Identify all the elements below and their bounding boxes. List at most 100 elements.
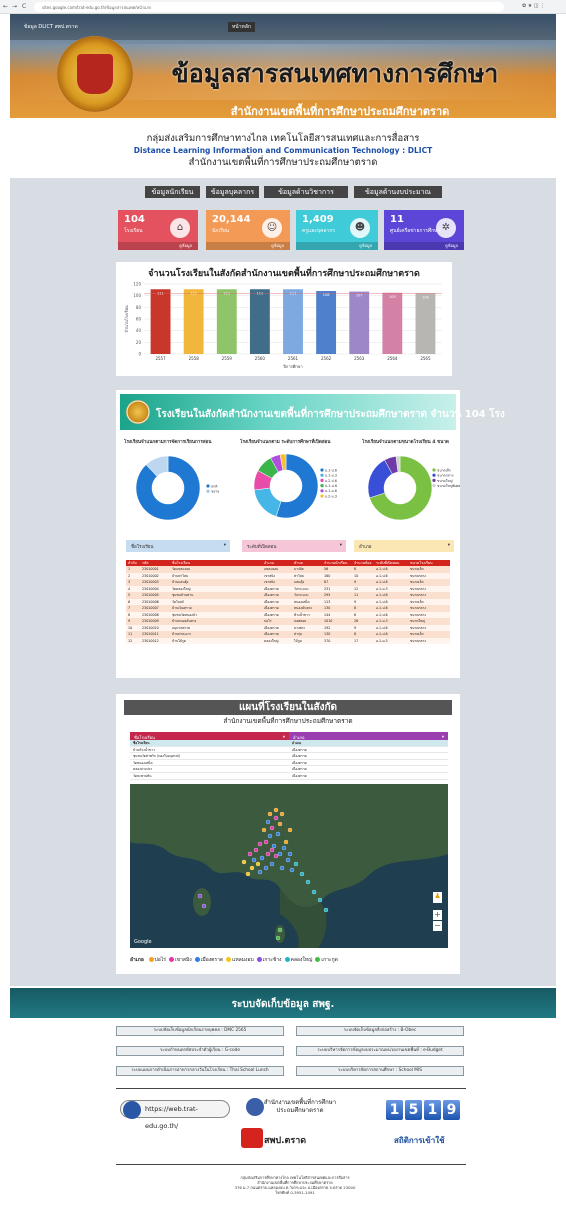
- chevron-down-icon: ▾: [447, 543, 450, 548]
- school-marker: [267, 811, 273, 817]
- footer-title: ระบบจัดเก็บข้อมูล สพฐ.: [231, 999, 335, 1010]
- school-marker: [293, 861, 299, 867]
- school-marker: [283, 839, 289, 845]
- stat-label: โรงเรียน: [124, 228, 143, 234]
- website-url: https://web.trat-edu.go.th/: [145, 1105, 198, 1130]
- school-marker: [275, 831, 281, 837]
- table-cell: อ.1-ม.3: [376, 638, 388, 643]
- youtube-link[interactable]: สพป.ตราด: [264, 1133, 306, 1147]
- school-marker: [259, 855, 265, 861]
- school-marker: [267, 833, 273, 839]
- bar: [216, 289, 237, 354]
- legend-title: อำเภอ: [130, 957, 146, 963]
- x-tick-label: 2560: [255, 356, 266, 361]
- map-filter-district[interactable]: อำเภอ ▾: [289, 732, 448, 740]
- pegman-icon[interactable]: ♟: [433, 892, 442, 903]
- school-marker: [201, 903, 207, 909]
- island: [275, 925, 285, 943]
- filter-level[interactable]: ระดับที่เปิดสอน ▾: [242, 540, 346, 552]
- home-tab[interactable]: หน้าหลัก: [228, 22, 255, 32]
- bar-value-label: 108: [323, 293, 330, 297]
- menu-budget-button[interactable]: ข้อมูลด้านงบประมาณ: [354, 186, 442, 198]
- donut-1-legend-swatch: [206, 489, 210, 493]
- bar-value-label: 104: [422, 295, 429, 299]
- map-table-row[interactable]: วัดสะพานหิน เมืองตราด: [130, 773, 448, 780]
- map-table-row[interactable]: บ้านห้วงน้ำขาว เมืองตราด: [130, 747, 448, 754]
- link-g-code[interactable]: ระบบกำหนดรหัสประจำตัวผู้เรียน : G-code: [116, 1046, 284, 1056]
- map-table-row[interactable]: วัดหนองเสม็ด เมืองตราด: [130, 760, 448, 767]
- website-link[interactable]: https://web.trat-edu.go.th/: [120, 1100, 230, 1130]
- donut-3-legend-swatch: [432, 478, 436, 482]
- x-tick-label: 2562: [321, 356, 332, 361]
- x-tick-label: 2561: [288, 356, 299, 361]
- legend-swatch: [315, 957, 321, 962]
- youtube-icon[interactable]: [241, 1128, 263, 1148]
- filter-district[interactable]: อำเภอ ▾: [354, 540, 454, 552]
- reload-icon[interactable]: C: [22, 3, 26, 10]
- link-dmc[interactable]: ระบบจัดเก็บข้อมูลนักเรียนรายบุคคล : DMC …: [116, 1026, 284, 1036]
- stat-card-teachers[interactable]: 1,409 ครูและบุคลากร ☻ ดูข้อมูล: [296, 210, 378, 250]
- filter-label: ระดับที่เปิดสอน: [247, 545, 277, 550]
- menu-personnel-button[interactable]: ข้อมูลบุคลากร: [206, 186, 259, 198]
- map-table-row[interactable]: ชุมชนวัดท่าพริก (ทองใบอนุสรณ์) เมืองตราด: [130, 753, 448, 760]
- stat-more-link[interactable]: ดูข้อมูล: [296, 242, 378, 250]
- island: [193, 888, 211, 916]
- link-b-obec[interactable]: ระบบจัดเก็บข้อมูลสิ่งก่อสร้าง : B-Obec: [296, 1026, 464, 1036]
- stat-value: 11: [390, 214, 404, 225]
- extensions-icon[interactable]: ✿ ★ ◫ ⋮: [522, 3, 545, 9]
- stat-card-students[interactable]: 20,144 นักเรียน ☺ ดูข้อมูล: [206, 210, 290, 250]
- table-cell: บ้านห้วงน้ำขาว: [133, 747, 155, 752]
- table-cell: วัดสะพานหิน: [133, 773, 152, 778]
- table-cell: คลองใหญ่: [264, 638, 279, 643]
- visitor-counter: 1 5 1 9: [386, 1100, 462, 1120]
- table-cell: 12: [128, 638, 133, 643]
- link-school-mis[interactable]: ระบบบริหารจัดการสถานศึกษา : School MIS: [296, 1066, 464, 1076]
- school-marker: [251, 857, 257, 863]
- school-marker: [281, 845, 287, 851]
- address-bar[interactable]: sites.google.com/trat-edu.go.th/ข้อมูลสา…: [34, 2, 504, 12]
- stat-card-schools[interactable]: 104 โรงเรียน ⌂ ดูข้อมูล: [118, 210, 198, 250]
- stat-label: ครูและบุคลากร: [302, 228, 336, 234]
- table-row[interactable]: 12 23010012 บ้านไม้รูด คลองใหญ่ ไม้รูด 370 17 อ…: [126, 637, 450, 644]
- menu-students-button[interactable]: ข้อมูลนักเรียน: [145, 186, 200, 198]
- chevron-down-icon: ▾: [339, 543, 342, 548]
- filter-school-name[interactable]: ชื่อโรงเรียน ▾: [126, 540, 230, 552]
- donut-3-title: โรงเรียนจำแนกตามขนาดโรงเรียน 4 ขนาด: [362, 440, 449, 445]
- stat-more-link[interactable]: ดูข้อมูล: [206, 242, 290, 250]
- map-panel: แผนที่โรงเรียนในสังกัด สำนักงานเขตพื้นที…: [116, 694, 460, 974]
- back-icon[interactable]: ←: [3, 3, 8, 10]
- legend-label: บ่อไร่: [154, 957, 166, 963]
- stat-label: ศูนย์เครือข่ายการศึกษา: [390, 228, 441, 234]
- google-attribution: Google: [134, 939, 152, 945]
- y-tick-label: 100: [133, 293, 141, 298]
- map-canvas[interactable]: [130, 784, 448, 948]
- x-tick-label: 2565: [420, 356, 431, 361]
- bar: [283, 289, 303, 354]
- school-marker: [279, 865, 285, 871]
- footer-band: ระบบจัดเก็บข้อมูล สพฐ.: [10, 988, 556, 1018]
- legend-swatch: [194, 957, 200, 962]
- link-thai-school-lunch[interactable]: ระบบแผนการดำเนินการอาหารกลางวันในโรงเรีย…: [116, 1066, 284, 1076]
- school-map[interactable]: Google ♟ + −: [130, 784, 448, 948]
- teachers-icon: ☻: [350, 218, 370, 238]
- map-table-row[interactable]: คลองบางปรง เมืองตราด: [130, 766, 448, 773]
- stat-card-networks[interactable]: 11 ศูนย์เครือข่ายการศึกษา ✲ ดูข้อมูล: [384, 210, 464, 250]
- map-filter-school[interactable]: ชื่อโรงเรียน ▾: [130, 732, 289, 740]
- donut-3-legend-label: ขนาดใหญ่พิเศษ: [437, 484, 460, 488]
- stat-more-link[interactable]: ดูข้อมูล: [118, 242, 198, 250]
- donut-2-slice: [253, 487, 282, 517]
- link-e-budget[interactable]: ระบบบริหารจัดการข้อมูลงบประมาณหน่วยงานเข…: [296, 1046, 464, 1056]
- legend-label: คลองใหญ่: [290, 957, 313, 963]
- divider: [116, 1088, 466, 1089]
- school-marker: [277, 821, 283, 827]
- donut-2-legend-label: อ.1-ม.3: [325, 474, 337, 478]
- forward-icon[interactable]: →: [12, 3, 17, 10]
- donut-2-legend-swatch: [320, 489, 324, 493]
- school-marker: [271, 843, 277, 849]
- facebook-link[interactable]: สำนักงานเขตพื้นที่การศึกษาประถมศึกษาตราด: [262, 1099, 338, 1115]
- zoom-in-icon[interactable]: +: [433, 910, 442, 920]
- menu-academic-button[interactable]: ข้อมูลด้านวิชาการ: [264, 186, 348, 198]
- stat-more-link[interactable]: ดูข้อมูล: [384, 242, 464, 250]
- site-name[interactable]: ข้อมูล DLICT สพป.ตราด: [24, 23, 78, 31]
- zoom-out-icon[interactable]: −: [433, 921, 442, 931]
